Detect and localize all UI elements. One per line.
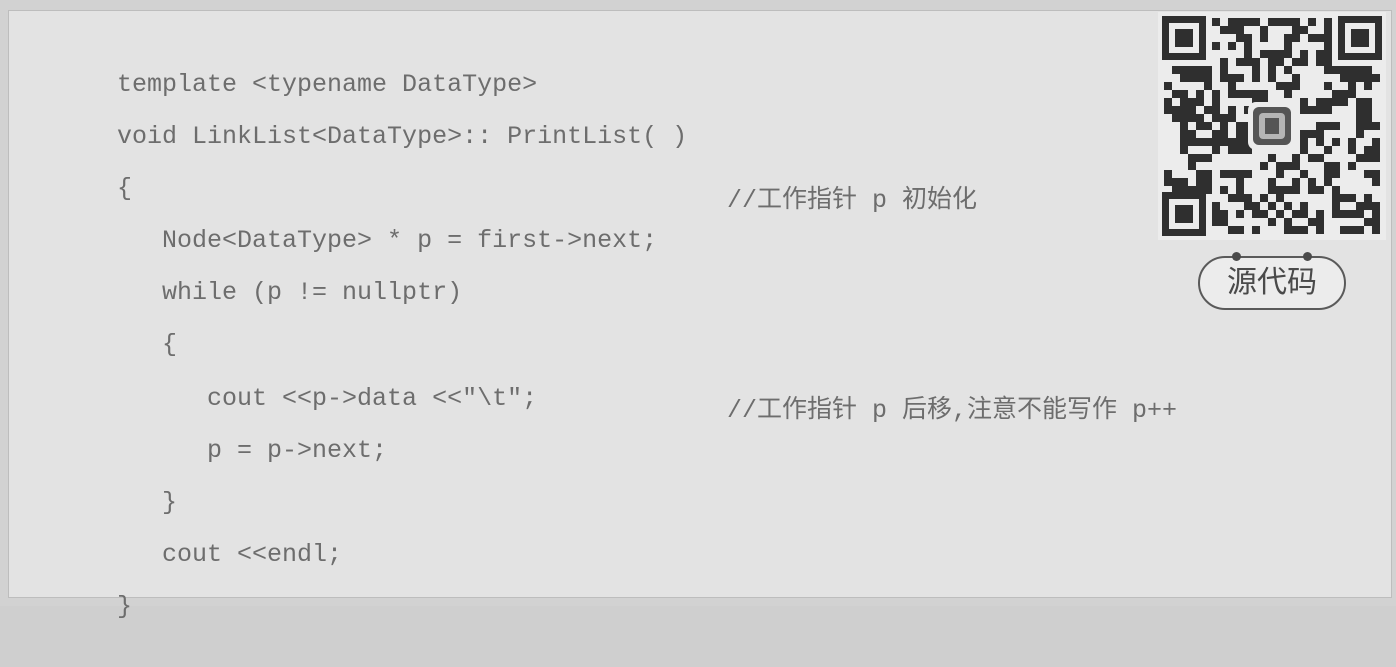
code-line-3: { (27, 129, 132, 203)
code-text: } (117, 592, 133, 621)
code-line-5: while (p != nullptr) (27, 233, 462, 307)
code-line-8: p = p->next; //工作指针 p 后移,注意不能写作 p++ (27, 391, 1177, 465)
code-text: void LinkList<DataType>:: PrintList( ) (117, 122, 688, 151)
code-line-11: } (27, 547, 132, 621)
code-comment: //工作指针 p 初始化 (727, 186, 978, 215)
code-line-4: Node<DataType> * p = first->next; //工作指针… (27, 181, 977, 255)
page: template <typename DataType> void LinkLi… (0, 0, 1396, 621)
badge-dot-right (1303, 252, 1312, 261)
source-code-badge[interactable]: 源代码 (1198, 252, 1346, 310)
code-line-10: cout <<endl; (27, 495, 342, 569)
code-comment: //工作指针 p 后移,注意不能写作 p++ (727, 396, 1178, 425)
code-line-9: } (27, 443, 177, 517)
source-code-label: 源代码 (1227, 265, 1317, 300)
qr-code-icon[interactable] (1158, 12, 1386, 240)
badge-dot-left (1232, 252, 1241, 261)
publisher-logo-icon (1248, 102, 1296, 150)
code-line-7: cout <<p->data <<"\t"; (27, 339, 537, 413)
code-line-6: { (27, 285, 177, 359)
code-text: cout <<endl; (117, 540, 343, 569)
code-line-2: void LinkList<DataType>:: PrintList( ) (27, 77, 687, 151)
code-line-1: template <typename DataType> (27, 25, 537, 99)
